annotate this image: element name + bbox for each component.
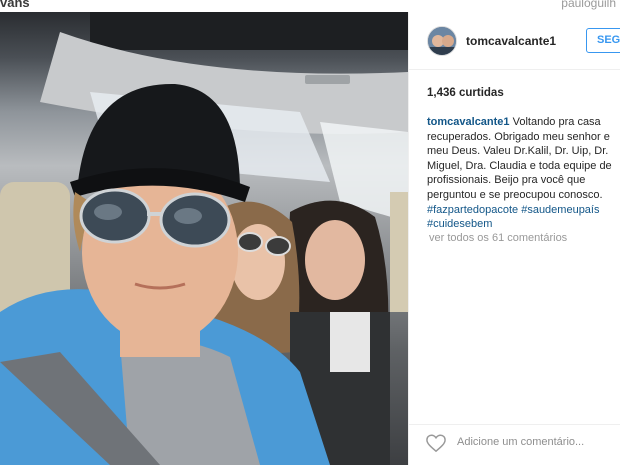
hashtag-link[interactable]: #fazpartedopacote bbox=[427, 204, 518, 216]
hashtag-link[interactable]: #saudemeupaís bbox=[521, 204, 599, 216]
post-sidebar: tomcavalcante1 SEGU 1,436 curtidas tomca… bbox=[408, 12, 620, 465]
caption-text: Voltando pra casa recuperados. Obrigado … bbox=[427, 116, 612, 201]
post-photo[interactable] bbox=[0, 12, 408, 465]
avatar[interactable] bbox=[427, 26, 457, 56]
add-comment-input[interactable]: Adicione um comentário... bbox=[457, 436, 584, 448]
avatar-image bbox=[428, 27, 456, 55]
top-strip: vans pauloguilh bbox=[0, 0, 620, 12]
car-selfie-illustration bbox=[0, 12, 408, 465]
post-header: tomcavalcante1 SEGU bbox=[409, 12, 620, 70]
watermark-right: pauloguilh bbox=[561, 0, 616, 10]
hashtag-link[interactable]: #cuidesebem bbox=[427, 218, 492, 230]
username-link[interactable]: tomcavalcante1 bbox=[466, 34, 556, 48]
post-caption: tomcavalcante1 Voltando pra casa recuper… bbox=[427, 115, 620, 232]
comment-bar: Adicione um comentário... bbox=[409, 424, 620, 465]
follow-button[interactable]: SEGU bbox=[586, 28, 620, 53]
heart-outline-icon[interactable] bbox=[425, 433, 447, 453]
view-all-comments-link[interactable]: ver todos os 61 comentários bbox=[429, 232, 567, 244]
watermark-left: vans bbox=[0, 0, 30, 10]
caption-username-link[interactable]: tomcavalcante1 bbox=[427, 116, 510, 128]
likes-count[interactable]: 1,436 curtidas bbox=[427, 87, 504, 99]
